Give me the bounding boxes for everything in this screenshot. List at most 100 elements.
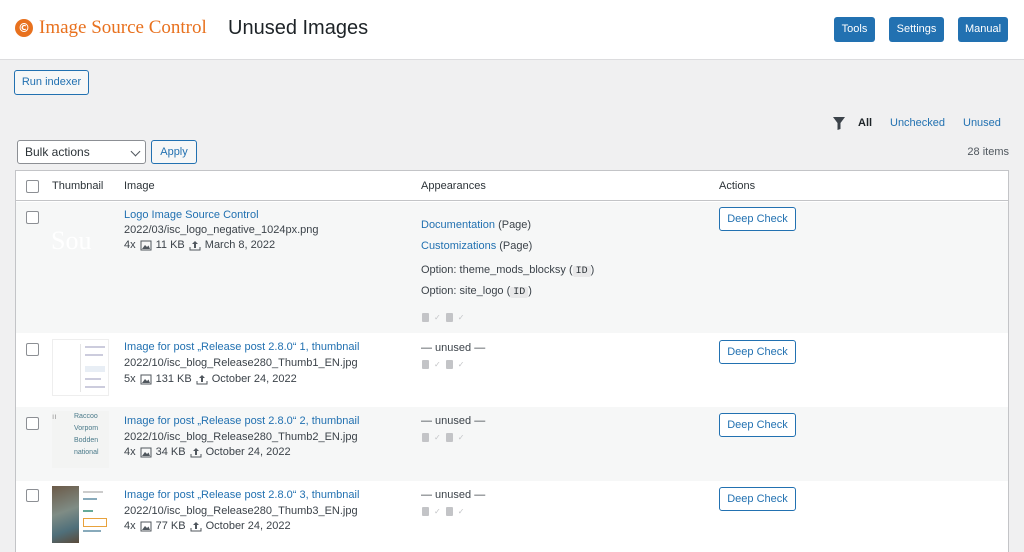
file-size: 77 KB (155, 520, 186, 532)
image-path: 2022/10/isc_blog_Release280_Thumb1_EN.jp… (124, 357, 358, 369)
page-icon (422, 313, 429, 322)
thumbnail-text-line: Vorpom (74, 425, 99, 432)
image-path: 2022/03/isc_logo_negative_1024px.png (124, 224, 319, 236)
thumbnail-line (85, 386, 105, 388)
bulk-actions-select[interactable]: Bulk actions (17, 140, 146, 164)
thumbnail-sidebar (57, 344, 81, 392)
file-size: 131 KB (155, 373, 192, 385)
thumbnail-text: Sou (52, 226, 92, 255)
thumbnail-image[interactable] (52, 486, 109, 543)
unused-status: — unused — (421, 489, 486, 501)
check-status-icons: ✓ ✓ (422, 507, 464, 516)
option-code: ID (510, 287, 529, 298)
unused-status: — unused — (421, 415, 486, 427)
deep-check-button[interactable]: Deep Check (719, 413, 796, 437)
image-icon (140, 521, 152, 531)
check-icon: ✓ (434, 313, 441, 322)
table-row: Sou Logo Image Source Control 2022/03/is… (16, 202, 1008, 333)
thumbnail-image[interactable] (52, 339, 109, 396)
database-icon (445, 507, 453, 516)
appearance-link[interactable]: Customizations (421, 240, 496, 252)
thumbnail-text-line: national (74, 449, 99, 456)
tools-button[interactable]: Tools (834, 17, 875, 42)
upload-date: October 24, 2022 (211, 373, 297, 385)
appearance-type: (Page) (498, 219, 532, 231)
image-title-link[interactable]: Logo Image Source Control (124, 209, 259, 221)
settings-button[interactable]: Settings (889, 17, 944, 42)
image-meta: 4x 11 KB March 8, 2022 (124, 239, 275, 251)
row-checkbox[interactable] (26, 489, 39, 502)
database-icon (445, 433, 453, 442)
check-icon: ✓ (457, 313, 465, 322)
page-icon (422, 360, 429, 369)
table-row: Image for post „Release post 2.8.0“ 1, t… (16, 333, 1008, 407)
option-end: ) (528, 285, 532, 297)
check-icon: ✓ (457, 433, 465, 442)
thumbnail-line (83, 510, 93, 512)
run-indexer-button[interactable]: Run indexer (14, 70, 89, 95)
usage-count: 4x (124, 239, 136, 251)
chevron-down-icon (130, 146, 141, 157)
check-status-icons: ✓ ✓ (422, 360, 464, 369)
image-meta: 4x 77 KB October 24, 2022 (124, 520, 291, 532)
image-icon (140, 240, 152, 250)
thumbnail-line (85, 346, 105, 348)
appearance-type: (Page) (499, 240, 533, 252)
upload-icon (189, 240, 201, 250)
upload-icon (190, 521, 202, 531)
filter-unused[interactable]: Unused (963, 117, 1001, 129)
row-checkbox[interactable] (26, 211, 39, 224)
column-actions[interactable]: Actions (719, 180, 755, 192)
filter-all[interactable]: All (858, 117, 872, 129)
filter-unchecked[interactable]: Unchecked (890, 117, 945, 129)
column-appearances[interactable]: Appearances (421, 180, 486, 192)
option-item: Option: site_logo (ID) (421, 285, 532, 298)
row-checkbox[interactable] (26, 343, 39, 356)
thumbnail-image[interactable]: Sou (52, 208, 109, 265)
usage-count: 5x (124, 373, 136, 385)
apply-button[interactable]: Apply (151, 140, 197, 164)
image-path: 2022/10/isc_blog_Release280_Thumb3_EN.jp… (124, 505, 358, 517)
table-row: ıı Raccoo Vorpom Bodden national Image f… (16, 407, 1008, 481)
thumbnail-photo (52, 486, 79, 543)
thumbnail-line (85, 378, 101, 380)
appearance-item: Documentation (Page) (421, 219, 531, 231)
image-meta: 5x 131 KB October 24, 2022 (124, 373, 297, 385)
thumbnail-line (85, 354, 103, 356)
select-all-checkbox[interactable] (26, 180, 39, 193)
appearance-link[interactable]: Documentation (421, 219, 495, 231)
manual-button[interactable]: Manual (958, 17, 1008, 42)
database-icon (445, 313, 453, 322)
image-title-link[interactable]: Image for post „Release post 2.8.0“ 1, t… (124, 341, 359, 353)
row-checkbox[interactable] (26, 417, 39, 430)
thumbnail-line (83, 530, 101, 532)
top-bar: © Image Source Control Unused Images Too… (0, 0, 1024, 60)
image-icon (140, 374, 152, 384)
thumbnail-line (83, 498, 97, 500)
upload-icon (196, 374, 208, 384)
thumbnail-highlight (83, 518, 107, 527)
deep-check-button[interactable]: Deep Check (719, 487, 796, 511)
image-source-control-logo-icon: © (15, 19, 33, 37)
page-icon (422, 433, 429, 442)
deep-check-button[interactable]: Deep Check (719, 207, 796, 231)
option-label: Option: theme_mods_blocksy ( (421, 264, 573, 276)
usage-count: 4x (124, 446, 136, 458)
check-icon: ✓ (457, 360, 465, 369)
thumbnail-text-line: Raccoo (74, 413, 98, 420)
image-meta: 4x 34 KB October 24, 2022 (124, 446, 291, 458)
deep-check-button[interactable]: Deep Check (719, 340, 796, 364)
check-icon: ✓ (434, 433, 441, 442)
file-size: 34 KB (155, 446, 186, 458)
database-icon (445, 360, 453, 369)
images-table: Thumbnail Image Appearances Actions Sou … (15, 170, 1009, 552)
unused-status: — unused — (421, 342, 486, 354)
column-image[interactable]: Image (124, 180, 155, 192)
items-count: 28 items (967, 146, 1009, 158)
image-title-link[interactable]: Image for post „Release post 2.8.0“ 2, t… (124, 415, 359, 427)
check-status-icons: ✓ ✓ (422, 313, 464, 322)
thumbnail-image[interactable]: ıı Raccoo Vorpom Bodden national (52, 411, 109, 468)
column-thumbnail[interactable]: Thumbnail (52, 180, 103, 192)
image-path: 2022/10/isc_blog_Release280_Thumb2_EN.jp… (124, 431, 358, 443)
image-title-link[interactable]: Image for post „Release post 2.8.0“ 3, t… (124, 489, 359, 501)
